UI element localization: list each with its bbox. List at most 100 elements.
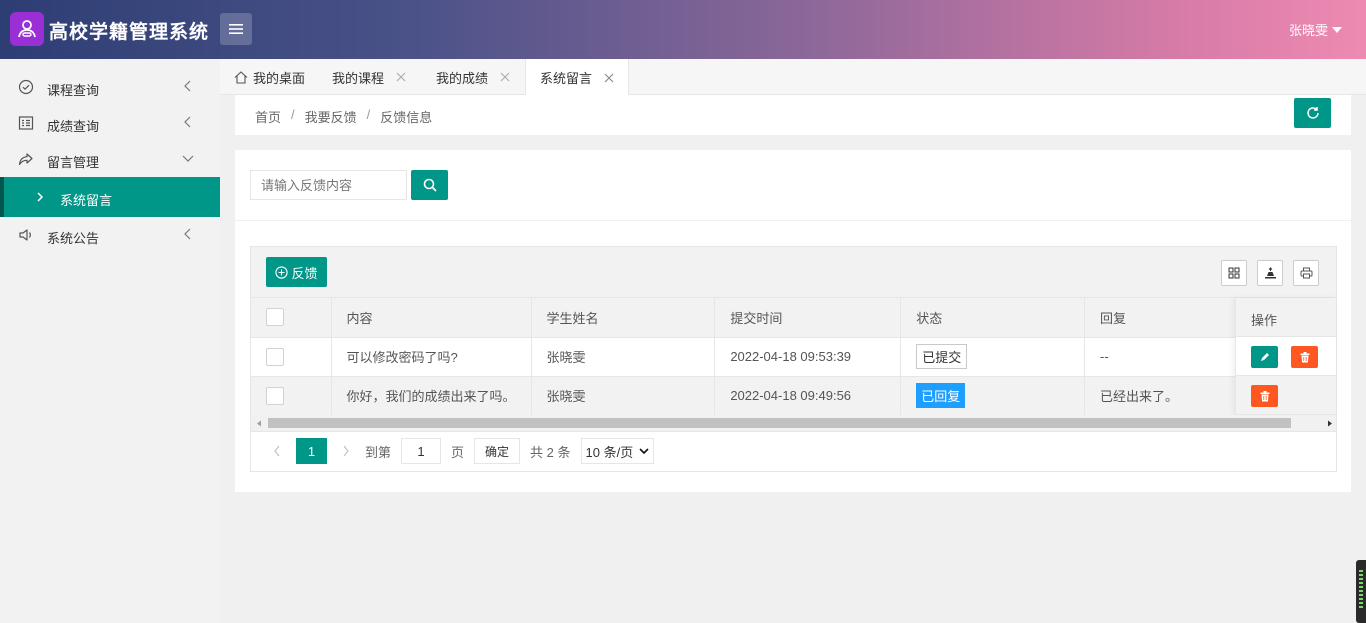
breadcrumb-card: 首页 / 我要反馈 / 反馈信息 bbox=[235, 95, 1351, 135]
column-header-student[interactable]: 学生姓名 bbox=[531, 298, 716, 338]
column-header-status[interactable]: 状态 bbox=[900, 298, 1085, 338]
chevron-right-icon bbox=[343, 445, 349, 457]
sidebar-item-system-notice[interactable]: 系统公告 bbox=[0, 217, 220, 253]
ops-row bbox=[1236, 337, 1336, 376]
tab-system-message[interactable]: 系统留言 bbox=[525, 59, 629, 96]
sidebar-item-system-message[interactable]: 系统留言 bbox=[0, 177, 220, 217]
sidebar-item-course-query[interactable]: 课程查询 bbox=[0, 69, 220, 105]
scrollbar-thumb[interactable] bbox=[268, 418, 1291, 428]
floating-widget[interactable] bbox=[1356, 560, 1366, 623]
plus-circle-icon bbox=[275, 265, 289, 279]
user-name: 张晓雯 bbox=[1288, 23, 1328, 38]
page-size-select[interactable]: 10 条/页 bbox=[580, 438, 655, 464]
sidebar-item-label: 留言管理 bbox=[47, 155, 100, 170]
cell-status: 已回复 bbox=[900, 376, 1085, 416]
user-menu[interactable]: 张晓雯 bbox=[1289, 20, 1342, 39]
sidebar-item-message-management[interactable]: 留言管理 bbox=[0, 141, 220, 177]
trash-icon bbox=[1300, 351, 1309, 362]
breadcrumb-level2[interactable]: 我要反馈 bbox=[305, 107, 357, 126]
check-circle-icon bbox=[18, 79, 34, 95]
operations-column: 操作 bbox=[1235, 298, 1336, 415]
export-icon bbox=[1264, 267, 1276, 279]
divider bbox=[235, 220, 1351, 221]
breadcrumb: 首页 / 我要反馈 / 反馈信息 bbox=[255, 107, 432, 126]
data-table: 反馈 内容 学生姓名 提交时间 状态 回复 可以修改密码了吗? 张晓雯 2022… bbox=[250, 246, 1337, 472]
search-button[interactable] bbox=[411, 170, 448, 200]
tab-my-desktop[interactable]: 我的桌面 bbox=[234, 59, 305, 95]
speaker-icon bbox=[19, 229, 31, 241]
chevron-left-icon bbox=[184, 116, 191, 128]
chevron-left-icon bbox=[274, 445, 280, 457]
chevron-down-icon bbox=[182, 155, 194, 162]
sidebar-item-label: 课程查询 bbox=[47, 83, 100, 98]
tab-bar: 我的桌面 我的课程 我的成绩 系统留言 bbox=[220, 59, 1366, 96]
goto-label: 到第 bbox=[365, 444, 392, 460]
edit-button[interactable] bbox=[1251, 346, 1278, 368]
select-all-cell bbox=[251, 298, 332, 338]
close-icon[interactable] bbox=[500, 72, 510, 82]
add-feedback-label: 反馈 bbox=[291, 265, 318, 281]
breadcrumb-home[interactable]: 首页 bbox=[255, 107, 281, 126]
goto-confirm-button[interactable]: 确定 bbox=[474, 438, 521, 464]
refresh-icon bbox=[1306, 107, 1319, 119]
current-page-button[interactable]: 1 bbox=[296, 438, 327, 464]
close-icon[interactable] bbox=[396, 72, 406, 82]
table-toolbar: 反馈 bbox=[251, 247, 1336, 298]
page-unit-label: 页 bbox=[451, 444, 465, 460]
tab-my-grades[interactable]: 我的成绩 bbox=[436, 59, 510, 95]
select-all-checkbox[interactable] bbox=[266, 308, 284, 327]
cell-time: 2022-04-18 09:49:56 bbox=[714, 376, 902, 416]
menu-icon bbox=[229, 24, 243, 34]
columns-icon bbox=[1228, 267, 1240, 279]
table-row: 你好，我们的成绩出来了吗。 张晓雯 2022-04-18 09:49:56 已回… bbox=[251, 376, 1336, 416]
row-checkbox[interactable] bbox=[266, 347, 284, 366]
prev-page-button[interactable] bbox=[266, 438, 288, 464]
feedback-table: 内容 学生姓名 提交时间 状态 回复 可以修改密码了吗? 张晓雯 2022-04… bbox=[251, 298, 1336, 416]
tab-label: 我的课程 bbox=[332, 70, 385, 86]
add-feedback-button[interactable]: 反馈 bbox=[266, 257, 327, 287]
horizontal-scrollbar[interactable] bbox=[251, 415, 1336, 432]
row-checkbox[interactable] bbox=[266, 386, 284, 405]
pencil-icon bbox=[1260, 353, 1269, 361]
export-button[interactable] bbox=[1257, 260, 1283, 286]
pagination: 1 到第 页 确定 共 2 条 10 条/页 bbox=[266, 437, 655, 465]
sidebar-item-label: 成绩查询 bbox=[47, 119, 100, 134]
row-select-cell bbox=[251, 337, 332, 377]
scroll-left-icon[interactable] bbox=[255, 415, 263, 432]
menu-toggle-button[interactable] bbox=[220, 13, 252, 45]
caret-down-icon bbox=[1332, 26, 1342, 33]
app-title: 高校学籍管理系统 bbox=[49, 22, 210, 43]
sidebar-item-grade-query[interactable]: 成绩查询 bbox=[0, 105, 220, 141]
cell-status: 已提交 bbox=[900, 337, 1085, 377]
goto-page-input[interactable] bbox=[401, 438, 442, 464]
breadcrumb-separator: / bbox=[366, 107, 371, 122]
cell-content: 你好，我们的成绩出来了吗。 bbox=[331, 376, 532, 416]
columns-filter-button[interactable] bbox=[1221, 260, 1247, 286]
home-icon bbox=[234, 70, 248, 84]
ops-row bbox=[1236, 376, 1336, 415]
next-page-button[interactable] bbox=[335, 438, 357, 464]
refresh-button[interactable] bbox=[1294, 98, 1331, 128]
sidebar-item-label: 系统留言 bbox=[60, 193, 113, 208]
chevron-down-icon bbox=[639, 448, 649, 454]
close-icon[interactable] bbox=[604, 73, 614, 83]
search-icon bbox=[423, 178, 437, 192]
tab-label: 我的成绩 bbox=[436, 70, 489, 86]
total-count: 共 2 条 bbox=[530, 444, 571, 460]
chevron-left-icon bbox=[184, 228, 191, 240]
column-header-time[interactable]: 提交时间 bbox=[714, 298, 902, 338]
row-select-cell bbox=[251, 376, 332, 416]
column-header-ops: 操作 bbox=[1236, 298, 1336, 337]
delete-button[interactable] bbox=[1291, 346, 1318, 368]
column-header-content[interactable]: 内容 bbox=[331, 298, 532, 338]
delete-button[interactable] bbox=[1251, 385, 1278, 407]
cell-time: 2022-04-18 09:53:39 bbox=[714, 337, 902, 377]
table-header-row: 内容 学生姓名 提交时间 状态 回复 bbox=[251, 298, 1336, 338]
tab-my-courses[interactable]: 我的课程 bbox=[332, 59, 406, 95]
breadcrumb-current: 反馈信息 bbox=[380, 110, 433, 125]
print-button[interactable] bbox=[1293, 260, 1319, 286]
cell-student: 张晓雯 bbox=[531, 376, 716, 416]
trash-icon bbox=[1260, 390, 1269, 401]
scroll-right-icon[interactable] bbox=[1326, 415, 1334, 432]
search-input[interactable] bbox=[250, 170, 407, 200]
